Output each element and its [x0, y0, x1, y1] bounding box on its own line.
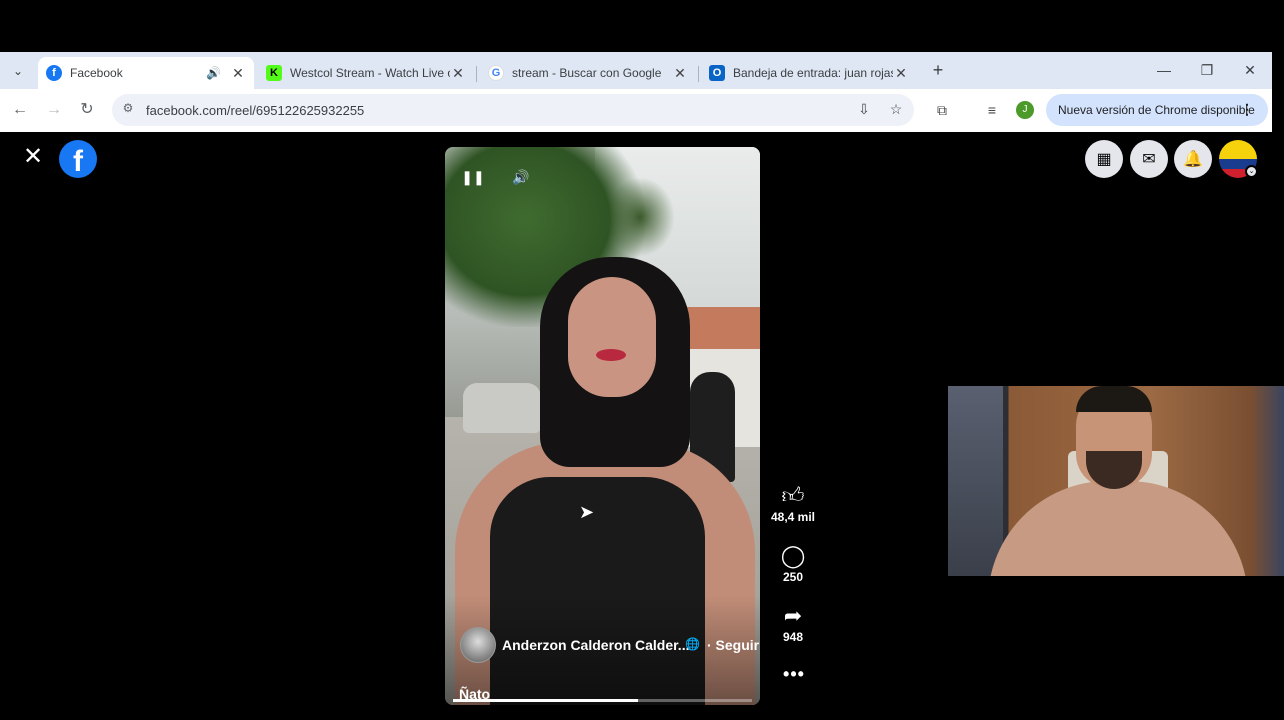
- chrome-update-button[interactable]: Nueva versión de Chrome disponible ⋮: [1046, 94, 1268, 126]
- tab-facebook[interactable]: f Facebook 🔊 ✕: [38, 57, 254, 89]
- window-close-icon[interactable]: ✕: [1240, 62, 1260, 79]
- share-button[interactable]: ➦ 948: [770, 602, 816, 644]
- tab-title: Facebook: [70, 66, 123, 80]
- update-label: Nueva versión de Chrome disponible: [1058, 103, 1255, 117]
- profile-avatar[interactable]: J: [1016, 101, 1034, 119]
- address-bar[interactable]: ⚙ facebook.com/reel/695122625932255 ⇩ ☆: [112, 94, 914, 126]
- follow-button[interactable]: · Seguir: [707, 637, 759, 653]
- tab-title: Bandeja de entrada: juan rojas: [733, 66, 893, 80]
- volume-icon[interactable]: 🔊: [509, 165, 533, 189]
- install-app-icon[interactable]: ⇩: [854, 101, 874, 118]
- pause-icon[interactable]: ❚❚: [461, 165, 485, 189]
- new-tab-button[interactable]: +: [928, 60, 948, 80]
- globe-public-icon: 🌐: [685, 637, 700, 651]
- browser-chrome: ⌄ f Facebook 🔊 ✕ K Westcol Stream - Watc…: [0, 52, 1272, 132]
- google-icon: G: [488, 65, 504, 81]
- reel-video[interactable]: ❚❚ 🔊 ➤ Anderzon Calderon Calder... 🌐 · S…: [445, 147, 760, 705]
- more-options-icon[interactable]: •••: [782, 664, 806, 685]
- kebab-menu-icon[interactable]: ⋮: [1240, 101, 1254, 118]
- reload-icon[interactable]: ↻: [77, 100, 97, 120]
- author-name[interactable]: Anderzon Calderon Calder...: [502, 637, 689, 653]
- share-arrow-icon: ➦: [783, 603, 803, 628]
- extensions-puzzle-icon[interactable]: ⧉: [932, 100, 952, 120]
- tab-close-icon[interactable]: ✕: [672, 65, 688, 82]
- mouse-cursor-icon: ➤: [579, 502, 595, 522]
- back-arrow-icon[interactable]: ←: [10, 100, 30, 120]
- account-chevron-icon[interactable]: ⌄: [1245, 165, 1258, 178]
- tab-outlook[interactable]: O Bandeja de entrada: juan rojas ✕: [701, 57, 917, 89]
- tab-strip: ⌄ f Facebook 🔊 ✕ K Westcol Stream - Watc…: [0, 52, 1272, 89]
- tab-separator: [698, 66, 699, 82]
- tab-title: stream - Buscar con Google: [512, 66, 662, 80]
- kick-icon: K: [266, 65, 282, 81]
- playback-progress[interactable]: [453, 699, 752, 702]
- speaker-icon[interactable]: 🔊: [206, 66, 222, 80]
- tab-title: Westcol Stream - Watch Live on: [290, 66, 450, 80]
- comment-count: 250: [782, 570, 804, 584]
- url-text[interactable]: facebook.com/reel/695122625932255: [146, 103, 364, 118]
- tab-google-search[interactable]: G stream - Buscar con Google ✕: [480, 57, 696, 89]
- like-count: 48,4 mil: [770, 510, 816, 524]
- tab-separator: [476, 66, 477, 82]
- messenger-icon[interactable]: ✉: [1130, 140, 1168, 178]
- browser-toolbar: ← → ↻ ⚙ facebook.com/reel/69512262593225…: [0, 89, 1272, 132]
- playback-progress-fill: [453, 699, 639, 702]
- tab-close-icon[interactable]: ✕: [893, 65, 909, 82]
- comment-button[interactable]: ◯ 250: [770, 542, 816, 584]
- restore-icon[interactable]: ❐: [1197, 62, 1217, 79]
- menu-grid-icon[interactable]: ▦: [1085, 140, 1123, 178]
- site-info-icon[interactable]: ⚙: [120, 101, 136, 119]
- facebook-icon: f: [46, 65, 62, 81]
- top-letterbox: [0, 0, 1284, 52]
- bookmark-star-icon[interactable]: ☆: [886, 101, 906, 118]
- tab-westcol[interactable]: K Westcol Stream - Watch Live on ✕: [258, 57, 474, 89]
- media-controls-icon[interactable]: ≡: [982, 100, 1002, 120]
- share-count: 948: [782, 630, 804, 644]
- comment-bubble-icon: ◯: [780, 543, 806, 568]
- webcam-overlay: [948, 386, 1284, 576]
- thumbs-up-icon: 👍︎: [781, 483, 805, 508]
- forward-arrow-icon[interactable]: →: [44, 100, 64, 120]
- tab-close-icon[interactable]: ✕: [230, 65, 246, 82]
- tab-close-icon[interactable]: ✕: [450, 65, 466, 82]
- notifications-bell-icon[interactable]: 🔔: [1174, 140, 1212, 178]
- author-avatar[interactable]: [460, 627, 496, 663]
- close-viewer-icon[interactable]: ✕: [22, 145, 44, 169]
- reel-viewer: ✕ f ▦ ✉ 🔔 ⌄ ❚❚ 🔊 ➤ Anderzon Calderon Cal…: [0, 132, 1284, 720]
- minimize-icon[interactable]: —: [1154, 62, 1174, 78]
- outlook-icon: O: [709, 65, 725, 81]
- tab-search-chevron-icon[interactable]: ⌄: [6, 60, 30, 82]
- like-button[interactable]: 👍︎ 48,4 mil: [770, 482, 816, 524]
- facebook-logo-icon[interactable]: f: [59, 140, 97, 178]
